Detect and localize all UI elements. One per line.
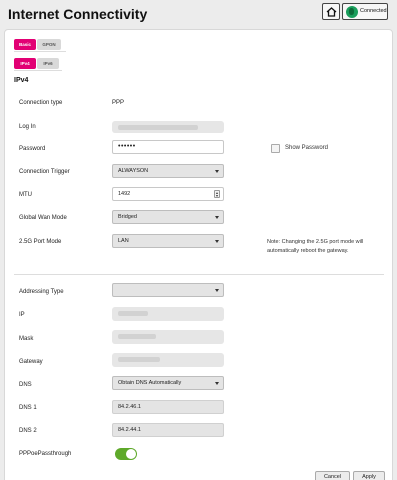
password-input[interactable]: •••••• <box>112 140 224 154</box>
connection-status-label: Connected <box>360 8 387 14</box>
addressing-type-select[interactable] <box>112 283 224 297</box>
pppoe-passthrough-label: PPPoePassthrough <box>19 451 72 457</box>
show-password-label: Show Password <box>285 145 329 151</box>
gateway-value-redacted <box>112 353 224 367</box>
global-wan-mode-value: Bridged <box>118 214 137 220</box>
cancel-button[interactable]: Cancel <box>315 471 350 480</box>
mask-value-redacted <box>112 330 224 344</box>
section-divider <box>14 274 384 275</box>
connection-type-label: Connection type <box>19 100 63 106</box>
login-label: Log In <box>19 124 36 130</box>
connection-trigger-select[interactable]: ALWAYSON <box>112 164 224 178</box>
port-mode-value: LAN <box>118 238 129 244</box>
tab-ipv6[interactable]: IPv6 <box>37 58 59 69</box>
chevron-down-icon <box>215 240 219 243</box>
dns-label: DNS <box>19 382 32 388</box>
pppoe-passthrough-toggle[interactable] <box>115 448 137 460</box>
global-wan-mode-label: Global Wan Mode <box>19 215 67 221</box>
password-label: Password <box>19 146 46 152</box>
chevron-down-icon <box>215 170 219 173</box>
ip-label: IP <box>19 312 25 318</box>
show-password-checkbox[interactable] <box>271 144 280 153</box>
mtu-label: MTU <box>19 192 32 198</box>
connection-trigger-label: Connection Trigger <box>19 169 70 175</box>
dns1-input[interactable]: 84.2.46.1 <box>112 400 224 414</box>
connection-status-button[interactable]: Connected <box>342 3 388 20</box>
chevron-down-icon <box>215 216 219 219</box>
home-icon <box>326 7 337 17</box>
port-mode-note: Note: Changing the 2.5G port mode will a… <box>267 239 364 254</box>
header: Internet Connectivity Connected <box>0 0 397 30</box>
mtu-input[interactable]: 1492 <box>112 187 224 201</box>
port-mode-select[interactable]: LAN <box>112 234 224 248</box>
tab-ipv4[interactable]: IPv4 <box>14 58 36 69</box>
section-title: IPv4 <box>14 77 29 84</box>
chevron-down-icon <box>215 289 219 292</box>
toggle-knob <box>126 449 136 459</box>
login-value-redacted <box>112 121 224 133</box>
dns1-label: DNS 1 <box>19 405 37 411</box>
dns2-label: DNS 2 <box>19 428 37 434</box>
globe-icon <box>346 6 358 18</box>
mtu-stepper[interactable] <box>214 190 220 198</box>
dns-select[interactable]: Obtain DNS Automatically <box>112 376 224 390</box>
ip-value-redacted <box>112 307 224 321</box>
page-title: Internet Connectivity <box>8 6 148 22</box>
global-wan-mode-select[interactable]: Bridged <box>112 210 224 224</box>
port-mode-label: 2.5G Port Mode <box>19 239 62 245</box>
tabs-divider <box>14 51 66 52</box>
dns2-input[interactable]: 84.2.44.1 <box>112 423 224 437</box>
home-button[interactable] <box>322 3 340 20</box>
dns-value: Obtain DNS Automatically <box>118 380 182 386</box>
chevron-down-icon <box>215 382 219 385</box>
settings-panel: Basic GPON IPv4 IPv6 IPv4 Connection typ… <box>4 29 393 480</box>
tab-basic[interactable]: Basic <box>14 39 36 50</box>
connection-trigger-value: ALWAYSON <box>118 168 149 174</box>
apply-button[interactable]: Apply <box>353 471 385 480</box>
subtabs-divider <box>14 70 62 71</box>
mtu-value: 1492 <box>118 191 131 197</box>
connection-type-value: PPP <box>112 100 125 106</box>
tab-gpon[interactable]: GPON <box>37 39 61 50</box>
addressing-type-label: Addressing Type <box>19 289 64 295</box>
gateway-label: Gateway <box>19 359 43 365</box>
mask-label: Mask <box>19 336 34 342</box>
